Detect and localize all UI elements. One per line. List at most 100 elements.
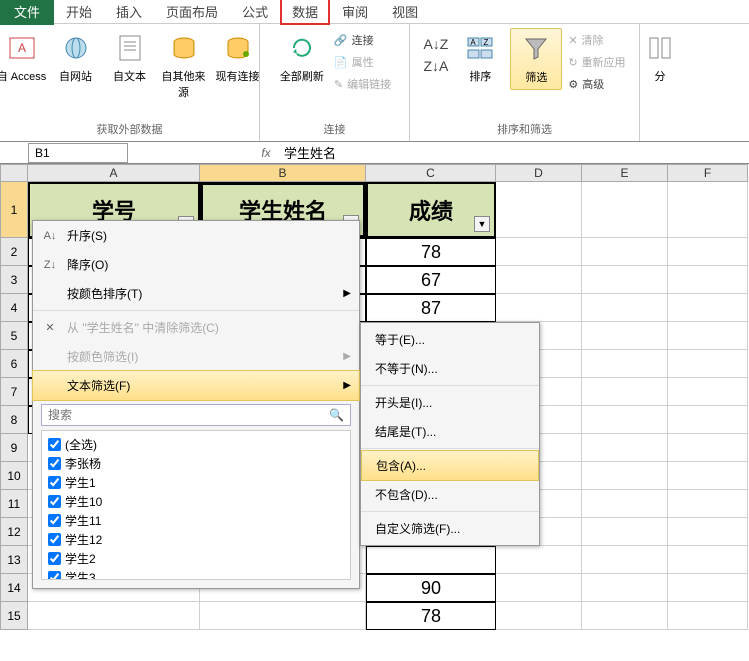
cell[interactable]: 87 (366, 294, 496, 322)
from-text-button[interactable]: 自文本 (104, 28, 156, 104)
row-header-10[interactable]: 10 (0, 462, 28, 490)
row-header-12[interactable]: 12 (0, 518, 28, 546)
cell[interactable] (496, 238, 582, 266)
cell[interactable]: 78 (366, 602, 496, 630)
cell[interactable] (582, 322, 668, 350)
row-header-2[interactable]: 2 (0, 238, 28, 266)
row-header-3[interactable]: 3 (0, 266, 28, 294)
cell[interactable]: 90 (366, 574, 496, 602)
menu-sort-desc[interactable]: Z↓降序(O) (33, 250, 359, 279)
submenu-item[interactable]: 开头是(I)... (361, 388, 539, 417)
tab-view[interactable]: 视图 (380, 0, 430, 25)
cell[interactable] (668, 434, 748, 462)
filter-item[interactable]: 学生10 (46, 492, 346, 511)
cell[interactable] (668, 378, 748, 406)
formula-input[interactable]: 学生姓名 (276, 141, 344, 164)
cell[interactable] (582, 490, 668, 518)
submenu-item[interactable]: 不包含(D)... (361, 480, 539, 509)
from-access-button[interactable]: A自 Access (0, 28, 48, 104)
cell[interactable] (668, 518, 748, 546)
row-header-4[interactable]: 4 (0, 294, 28, 322)
advanced-button[interactable]: ⚙高级 (568, 76, 625, 92)
cell[interactable] (668, 406, 748, 434)
row-header-14[interactable]: 14 (0, 574, 28, 602)
cell[interactable] (582, 518, 668, 546)
cell[interactable] (668, 322, 748, 350)
cell[interactable] (668, 182, 748, 238)
cell[interactable] (668, 350, 748, 378)
cell[interactable] (496, 546, 582, 574)
col-header-E[interactable]: E (582, 164, 668, 182)
row-header-9[interactable]: 9 (0, 434, 28, 462)
filter-item[interactable]: 学生2 (46, 549, 346, 568)
filter-checkbox[interactable] (48, 571, 61, 580)
cell[interactable] (582, 238, 668, 266)
submenu-item[interactable]: 不等于(N)... (361, 354, 539, 383)
sort-button[interactable]: AZ排序 (454, 28, 506, 88)
filter-search[interactable]: 🔍 (41, 404, 351, 426)
name-box[interactable]: B1 (28, 143, 128, 163)
cell[interactable] (28, 602, 200, 630)
filter-item[interactable]: 学生11 (46, 511, 346, 530)
filter-checkbox[interactable] (48, 457, 61, 470)
filter-item[interactable]: 学生12 (46, 530, 346, 549)
tab-home[interactable]: 开始 (54, 0, 104, 25)
col-header-D[interactable]: D (496, 164, 582, 182)
file-tab[interactable]: 文件 (0, 0, 54, 25)
cell[interactable] (668, 266, 748, 294)
cell[interactable] (668, 462, 748, 490)
col-header-F[interactable]: F (668, 164, 748, 182)
cell[interactable] (582, 546, 668, 574)
cell[interactable] (496, 294, 582, 322)
row-header-11[interactable]: 11 (0, 490, 28, 518)
cell[interactable] (668, 546, 748, 574)
cell[interactable] (366, 546, 496, 574)
filter-item[interactable]: (全选) (46, 435, 346, 454)
cell[interactable] (582, 266, 668, 294)
tab-pagelayout[interactable]: 页面布局 (154, 0, 230, 25)
filter-search-input[interactable] (48, 408, 329, 422)
menu-sort-asc[interactable]: A↓升序(S) (33, 221, 359, 250)
submenu-item[interactable]: 包含(A)... (361, 450, 539, 481)
submenu-item[interactable]: 等于(E)... (361, 325, 539, 354)
filter-checklist[interactable]: (全选)李张杨学生1学生10学生11学生12学生2学生3学生4 (41, 430, 351, 580)
filter-dropdown-C[interactable]: ▼ (474, 216, 490, 232)
from-web-button[interactable]: 自网站 (50, 28, 102, 104)
text-to-columns-button[interactable]: 分 (642, 28, 678, 88)
filter-checkbox[interactable] (48, 495, 61, 508)
cell[interactable] (668, 602, 748, 630)
row-header-15[interactable]: 15 (0, 602, 28, 630)
select-all-corner[interactable] (0, 164, 28, 182)
cell[interactable]: 78 (366, 238, 496, 266)
filter-item[interactable]: 李张杨 (46, 454, 346, 473)
cell[interactable] (668, 238, 748, 266)
cell[interactable] (496, 574, 582, 602)
cell[interactable] (582, 182, 668, 238)
filter-checkbox[interactable] (48, 438, 61, 451)
cell[interactable] (582, 406, 668, 434)
row-header-1[interactable]: 1 (0, 182, 28, 238)
filter-checkbox[interactable] (48, 533, 61, 546)
filter-item[interactable]: 学生3 (46, 568, 346, 580)
sort-asc-btn[interactable]: A↓Z (423, 36, 448, 52)
row-header-5[interactable]: 5 (0, 322, 28, 350)
cell[interactable] (582, 350, 668, 378)
cell[interactable] (668, 574, 748, 602)
col-header-A[interactable]: A (28, 164, 200, 182)
row-header-13[interactable]: 13 (0, 546, 28, 574)
cell[interactable] (582, 574, 668, 602)
filter-checkbox[interactable] (48, 552, 61, 565)
cell[interactable] (496, 266, 582, 294)
row-header-6[interactable]: 6 (0, 350, 28, 378)
tab-formulas[interactable]: 公式 (230, 0, 280, 25)
submenu-item[interactable]: 结尾是(T)... (361, 417, 539, 446)
from-other-button[interactable]: 自其他来源 (158, 28, 210, 104)
existing-conn-button[interactable]: 现有连接 (212, 28, 264, 104)
cell[interactable]: 67 (366, 266, 496, 294)
refresh-all-button[interactable]: 全部刷新 (276, 28, 328, 96)
filter-checkbox[interactable] (48, 476, 61, 489)
cell[interactable] (200, 602, 366, 630)
menu-text-filter[interactable]: 文本筛选(F)▶ (32, 370, 360, 401)
tab-data[interactable]: 数据 (280, 0, 330, 25)
row-header-8[interactable]: 8 (0, 406, 28, 434)
